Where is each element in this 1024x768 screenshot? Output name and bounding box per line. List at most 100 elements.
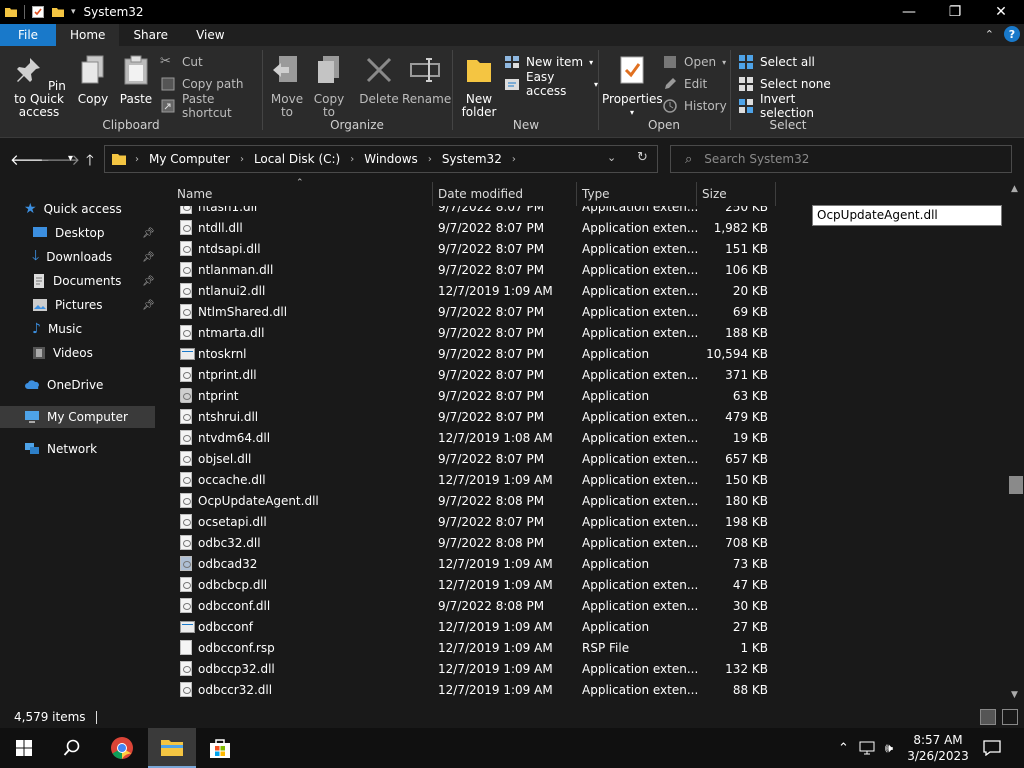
breadcrumb-separator-icon[interactable]: › (428, 154, 432, 165)
tab-view[interactable]: View (182, 24, 238, 46)
nav-item-downloads[interactable]: 🡓 Downloads 📌︎ (32, 247, 156, 267)
column-header-size[interactable]: Size (702, 187, 727, 201)
table-row[interactable]: ntasn1.dll 9/7/2022 8:07 PM Application ex… (158, 206, 778, 218)
table-row[interactable]: odbcconf 12/7/2019 1:09 AM Application 27 K… (158, 617, 778, 638)
tab-file[interactable]: File (0, 24, 56, 46)
table-row[interactable]: ntdll.dll 9/7/2022 8:07 PM Application ext… (158, 218, 778, 239)
details-view-icon[interactable] (980, 709, 996, 725)
nav-item-quick-access[interactable]: ★ Quick access (24, 199, 122, 219)
up-arrow-icon[interactable]: 🡑 (86, 150, 94, 175)
column-header-type[interactable]: Type (582, 187, 610, 201)
close-button[interactable]: ✕ (978, 0, 1024, 24)
file-explorer-taskbar-icon[interactable] (148, 728, 196, 768)
vertical-scrollbar[interactable]: ▲ ▼ (1008, 180, 1024, 706)
breadcrumb-my-computer[interactable]: My Computer (149, 152, 230, 166)
table-row[interactable]: ntprint 9/7/2022 8:07 PM Application 63 KB (158, 386, 778, 407)
table-row[interactable]: odbccp32.dll 12/7/2019 1:09 AM Application… (158, 659, 778, 680)
column-header-date-modified[interactable]: Date modified (438, 187, 523, 201)
breadcrumb-windows[interactable]: Windows (364, 152, 418, 166)
copy-to-button[interactable]: Copy to (310, 54, 348, 119)
column-divider[interactable] (576, 182, 577, 206)
breadcrumb-local-disk[interactable]: Local Disk (C:) (254, 152, 340, 166)
customize-toolbar-chevron-icon[interactable]: ▾ (71, 7, 76, 17)
address-bar[interactable]: › My Computer › Local Disk (C:) › Window… (104, 145, 658, 173)
new-folder-icon[interactable] (51, 5, 65, 19)
start-button[interactable] (0, 728, 48, 768)
forward-arrow-icon[interactable]: 🡒 (40, 150, 80, 169)
table-row[interactable]: occache.dll 12/7/2019 1:09 AM Application … (158, 470, 778, 491)
copy-path-button[interactable]: Copy path (160, 74, 244, 94)
table-row[interactable]: ntprint.dll 9/7/2022 8:07 PM Application e… (158, 365, 778, 386)
store-taskbar-icon[interactable] (196, 728, 244, 768)
column-divider[interactable] (432, 182, 433, 206)
taskbar-search-button[interactable] (48, 728, 96, 768)
nav-item-videos[interactable]: Videos (32, 343, 93, 363)
nav-item-my-computer[interactable]: My Computer (24, 407, 128, 427)
nav-item-pictures[interactable]: Pictures 📌︎ (32, 295, 156, 315)
properties-checkmark-icon[interactable] (31, 5, 45, 19)
select-all-button[interactable]: Select all (738, 52, 815, 72)
table-row[interactable]: ntlanui2.dll 12/7/2019 1:09 AM Application… (158, 281, 778, 302)
search-box[interactable]: ⌕ Search System32 (670, 145, 1012, 173)
nav-item-desktop[interactable]: Desktop 📌︎ (32, 223, 156, 243)
column-divider[interactable] (775, 182, 776, 206)
invert-selection-button[interactable]: Invert selection (738, 92, 844, 120)
new-item-button[interactable]: New item ▾ (504, 52, 593, 72)
table-row[interactable]: objsel.dll 9/7/2022 8:07 PM Application ex… (158, 449, 778, 470)
breadcrumb-separator-icon[interactable]: › (512, 154, 516, 165)
search-input[interactable]: Search System32 (704, 152, 809, 166)
nav-item-documents[interactable]: Documents 📌︎ (32, 271, 156, 291)
table-row[interactable]: ntdsapi.dll 9/7/2022 8:07 PM Application e… (158, 239, 778, 260)
scrollbar-thumb[interactable] (1009, 476, 1023, 494)
scroll-up-arrow-icon[interactable]: ▲ (1011, 184, 1018, 194)
table-row[interactable]: NtlmShared.dll 9/7/2022 8:07 PM Applicatio… (158, 302, 778, 323)
nav-item-onedrive[interactable]: OneDrive (24, 375, 103, 395)
breadcrumb-separator-icon[interactable]: › (135, 154, 139, 165)
recent-locations-chevron-icon[interactable]: ▾ (68, 153, 73, 164)
rename-input[interactable]: OcpUpdateAgent.dll (812, 205, 1002, 226)
cut-button[interactable]: ✂ Cut (160, 52, 203, 72)
new-folder-button[interactable]: New folder (458, 54, 500, 119)
column-divider[interactable] (696, 182, 697, 206)
tab-share[interactable]: Share (119, 24, 182, 46)
volume-icon[interactable]: 🕪︎ (885, 741, 893, 756)
tab-home[interactable]: Home (56, 24, 120, 46)
rename-button[interactable]: Rename (402, 54, 451, 106)
table-row[interactable]: ntvdm64.dll 12/7/2019 1:08 AM Application … (158, 428, 778, 449)
history-button[interactable]: History (662, 96, 727, 116)
table-row[interactable]: odbcad32 12/7/2019 1:09 AM Application 73 K… (158, 554, 778, 575)
nav-item-network[interactable]: Network (24, 439, 97, 459)
table-row[interactable]: odbcbcp.dll 12/7/2019 1:09 AM Application … (158, 575, 778, 596)
select-none-button[interactable]: Select none (738, 74, 831, 94)
column-header-name[interactable]: Name (177, 187, 212, 201)
open-button[interactable]: Open ▾ (662, 52, 726, 72)
minimize-button[interactable]: — (886, 0, 932, 24)
notifications-button[interactable] (970, 728, 1014, 768)
delete-button[interactable]: Delete (358, 54, 400, 106)
paste-shortcut-button[interactable]: Paste shortcut (160, 92, 262, 120)
chrome-taskbar-icon[interactable] (98, 728, 146, 768)
large-icons-view-icon[interactable] (1002, 709, 1018, 725)
collapse-ribbon-chevron-icon[interactable]: ⌃ (985, 28, 994, 41)
copy-button[interactable]: Copy (76, 54, 110, 106)
maximize-button[interactable]: ❐ (932, 0, 978, 24)
breadcrumb-separator-icon[interactable]: › (240, 154, 244, 165)
table-row[interactable]: odbcconf.rsp 12/7/2019 1:09 AM RSP File 1 K… (158, 638, 778, 659)
edit-button[interactable]: Edit (662, 74, 707, 94)
taskbar-clock[interactable]: 8:57 AM 3/26/2023 (906, 732, 970, 764)
nav-item-music[interactable]: ♪ Music (32, 319, 82, 339)
refresh-icon[interactable]: ↻ (637, 150, 648, 165)
show-hidden-icons-chevron-icon[interactable]: ⌃ (838, 741, 849, 756)
table-row[interactable]: OcpUpdateAgent.dll 9/7/2022 8:08 PM Applic… (158, 491, 778, 512)
table-row[interactable]: ntoskrnl 9/7/2022 8:07 PM Application 10,59… (158, 344, 778, 365)
breadcrumb-separator-icon[interactable]: › (350, 154, 354, 165)
table-row[interactable]: ocsetapi.dll 9/7/2022 8:07 PM Application … (158, 512, 778, 533)
table-row[interactable]: ntshrui.dll 9/7/2022 8:07 PM Application e… (158, 407, 778, 428)
pin-to-quick-access-button[interactable]: Pin to Quick access (6, 54, 72, 119)
address-history-chevron-icon[interactable]: ⌄ (607, 151, 616, 164)
table-row[interactable]: odbcconf.dll 9/7/2022 8:08 PM Application … (158, 596, 778, 617)
paste-button[interactable]: Paste (118, 54, 154, 106)
help-icon[interactable]: ? (1004, 26, 1020, 42)
properties-button[interactable]: Properties ▾ (602, 54, 663, 119)
network-tray-icon[interactable] (859, 741, 875, 755)
